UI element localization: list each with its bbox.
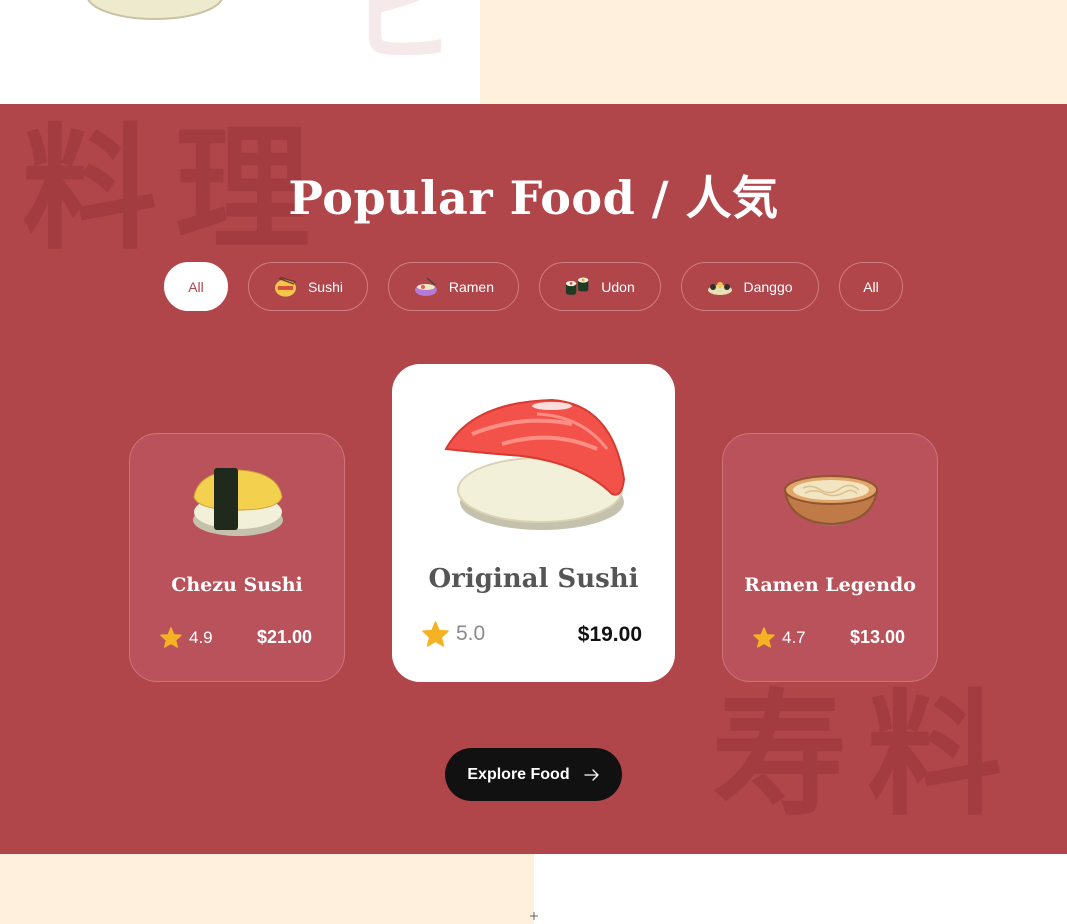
rating-value: 5.0: [456, 622, 486, 645]
hero-right-panel: [480, 0, 1067, 104]
tab-udon[interactable]: Udon: [539, 262, 661, 311]
explore-food-button[interactable]: Explore Food: [445, 748, 622, 801]
food-card-chezu-sushi[interactable]: Chezu Sushi 4.9 $21.00: [129, 433, 345, 682]
sushi-partial-image: [87, 0, 223, 20]
sushi-bowl-icon: [274, 276, 297, 297]
ramen-bowl-image: [783, 475, 879, 526]
sparkle-icon: [530, 912, 538, 920]
ramen-bowl-icon: [414, 277, 437, 296]
food-price: $19.00: [577, 623, 642, 646]
rating-value: 4.7: [782, 627, 806, 647]
tab-label: Sushi: [307, 278, 343, 295]
star-icon: [753, 627, 775, 648]
popular-food-section: 料理 寿料 Popular Food / 人気 All Sushi Ramen: [0, 104, 1067, 854]
decorative-kanji: ヒ: [345, 0, 455, 79]
arrow-right-icon: [583, 768, 599, 781]
dango-plate-icon: [708, 281, 733, 295]
tab-label: Ramen: [448, 278, 494, 295]
explore-food-label: Explore Food: [467, 765, 570, 783]
tab-label: All: [188, 278, 204, 295]
salmon-nigiri-image: [444, 398, 626, 530]
food-card-original-sushi[interactable]: Original Sushi 5.0 $19.00: [392, 364, 675, 682]
maki-roll-icon: [566, 276, 589, 295]
tab-sushi[interactable]: Sushi: [248, 262, 368, 311]
tab-label: Danggo: [743, 278, 793, 295]
tamago-sushi-image: [193, 468, 283, 536]
star-icon: [422, 621, 449, 647]
food-rating: 4.7: [753, 627, 806, 648]
food-rating: 4.9: [160, 627, 213, 648]
star-icon: [160, 627, 182, 648]
tab-danggo[interactable]: Danggo: [681, 262, 819, 311]
footer-right-panel: [534, 854, 1067, 924]
background-kanji-right: 寿料: [712, 677, 1022, 834]
food-name: Chezu Sushi: [171, 574, 303, 596]
tab-label: Udon: [601, 278, 635, 295]
category-tabs: All Sushi Ramen Udon Danggo All: [164, 262, 903, 311]
tab-label: All: [863, 278, 879, 295]
food-rating: 5.0: [422, 621, 485, 647]
tab-ramen[interactable]: Ramen: [388, 262, 519, 311]
food-price: $13.00: [849, 627, 905, 647]
rating-value: 4.9: [189, 627, 213, 647]
tab-all-secondary[interactable]: All: [839, 262, 903, 311]
food-price: $21.00: [256, 627, 312, 647]
hero-left-panel: ヒ: [0, 0, 480, 104]
section-title: Popular Food / 人気: [288, 171, 779, 225]
food-card-ramen-legendo[interactable]: Ramen Legendo 4.7 $13.00: [722, 433, 938, 682]
food-name: Ramen Legendo: [744, 574, 916, 596]
tab-all[interactable]: All: [164, 262, 228, 311]
footer-left-panel: [0, 854, 534, 924]
food-name: Original Sushi: [428, 564, 639, 594]
